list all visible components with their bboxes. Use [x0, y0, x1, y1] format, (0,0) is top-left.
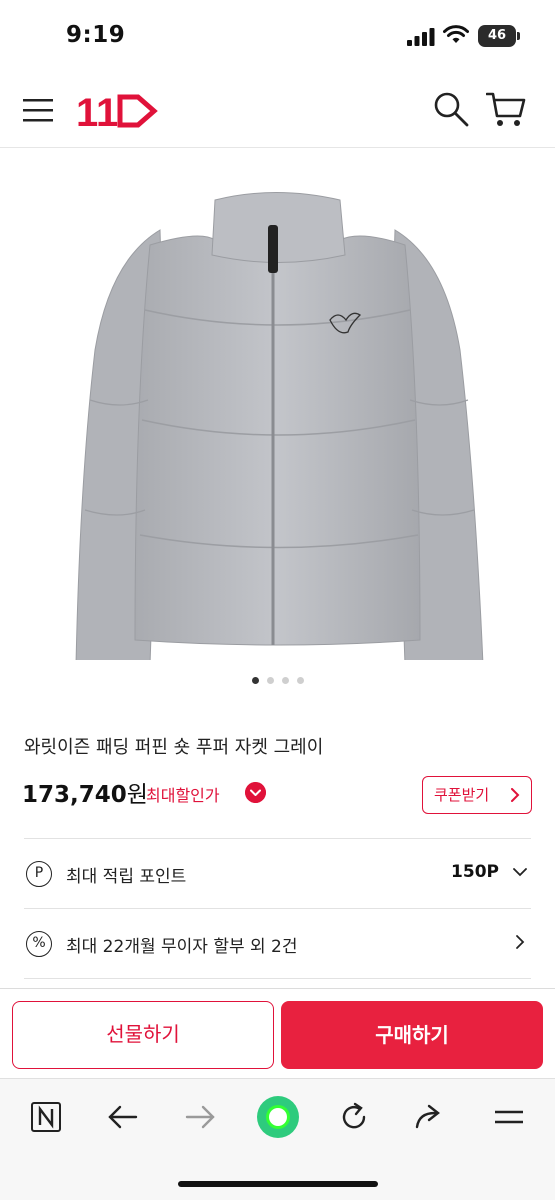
reload-icon[interactable]: [337, 1099, 371, 1135]
product-title: 와릿이즌 패딩 퍼핀 숏 푸퍼 자켓 그레이: [24, 737, 324, 758]
price-unit: 원: [126, 782, 148, 808]
points-label: 최대 적립 포인트: [66, 867, 187, 887]
home-indicator: [178, 1181, 378, 1187]
percent-icon: %: [26, 931, 52, 957]
cart-icon[interactable]: [486, 90, 526, 128]
points-value: 150P: [451, 862, 499, 882]
cellular-signal-icon: [407, 28, 435, 46]
status-bar: 9:19 46: [0, 0, 555, 74]
chevron-down-icon: [513, 868, 527, 877]
buy-button[interactable]: 구매하기: [281, 1001, 543, 1069]
gift-button[interactable]: 선물하기: [12, 1001, 274, 1069]
divider: [24, 838, 531, 839]
divider: [24, 908, 531, 909]
pagination-dot[interactable]: [296, 677, 304, 684]
green-dot-icon[interactable]: [256, 1095, 300, 1139]
search-icon[interactable]: [432, 90, 470, 128]
points-icon: P: [26, 861, 52, 887]
forward-arrow-icon[interactable]: [183, 1099, 217, 1135]
chevron-right-icon: [511, 788, 520, 802]
chevron-right-icon: [516, 935, 525, 949]
status-time: 9:19: [66, 22, 126, 48]
product-image[interactable]: [0, 150, 555, 666]
points-row[interactable]: P 최대 적립 포인트 150P: [24, 840, 531, 908]
back-arrow-icon[interactable]: [106, 1099, 140, 1135]
11st-logo[interactable]: 11: [76, 89, 158, 133]
installment-row[interactable]: % 최대 22개월 무이자 할부 외 2건: [24, 910, 531, 978]
pagination-dot[interactable]: [281, 677, 289, 684]
coupon-button[interactable]: 쿠폰받기: [422, 776, 532, 814]
image-pagination: [0, 669, 555, 688]
coupon-label: 쿠폰받기: [434, 786, 490, 804]
max-discount-label[interactable]: 최대할인가: [146, 782, 220, 806]
chevron-down-badge-icon[interactable]: [245, 782, 266, 803]
wifi-icon: [443, 25, 469, 43]
share-icon[interactable]: [413, 1099, 447, 1135]
product-price: 173,740원: [22, 775, 148, 809]
app-header: 11: [0, 74, 555, 148]
hamburger-menu-icon[interactable]: [22, 94, 54, 126]
battery-tip: [517, 32, 520, 40]
logo-text: 11: [76, 91, 118, 133]
puffer-jacket-image: [75, 192, 484, 666]
divider: [24, 978, 531, 979]
naver-icon[interactable]: [30, 1099, 62, 1135]
pagination-dot-active[interactable]: [251, 677, 259, 684]
menu-icon[interactable]: [492, 1099, 526, 1135]
purchase-bar: 선물하기 구매하기: [0, 988, 555, 1078]
price-value: 173,740: [22, 782, 127, 808]
battery-icon: 46: [478, 25, 516, 47]
installment-label: 최대 22개월 무이자 할부 외 2건: [66, 937, 298, 957]
pagination-dot[interactable]: [266, 677, 274, 684]
